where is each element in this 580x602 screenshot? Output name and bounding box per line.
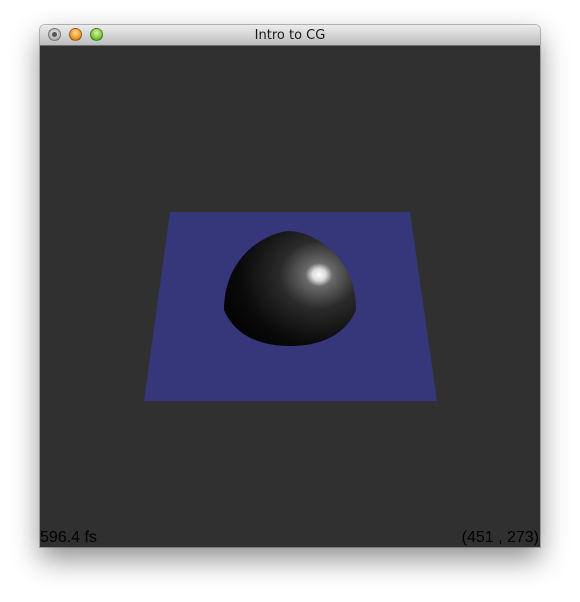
scene-render xyxy=(144,212,437,401)
app-window: Intro to CG 596.4 fs (451 , 273) xyxy=(40,25,540,547)
cursor-coords-readout: (451 , 273) xyxy=(461,529,539,546)
title-bar[interactable]: Intro to CG xyxy=(40,25,540,46)
gl-viewport[interactable]: 596.4 fs (451 , 273) xyxy=(40,46,540,547)
window-title: Intro to CG xyxy=(254,28,326,43)
fps-readout: 596.4 fs xyxy=(40,529,97,546)
